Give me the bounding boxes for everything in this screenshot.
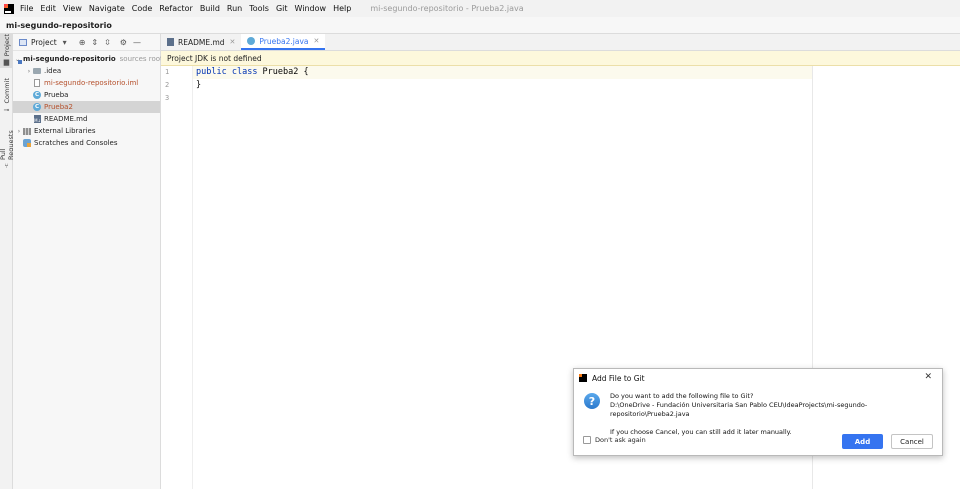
tool-tab-commit-label: Commit [2, 78, 11, 104]
tab-readme[interactable]: README.md ✕ [161, 34, 241, 50]
project-tree: ⌄ mi-segundo-repositorio sources root › … [13, 51, 163, 149]
menu-build[interactable]: Build [200, 4, 220, 13]
cancel-button[interactable]: Cancel [891, 434, 933, 449]
dialog-title-bar: Add File to Git [574, 369, 942, 387]
expand-all-icon[interactable]: ⇕ [91, 38, 98, 47]
commit-icon: ⊸ [3, 105, 10, 114]
chevron-right-icon[interactable]: › [25, 68, 33, 75]
tool-tab-project[interactable]: Project ▆ [0, 34, 13, 68]
code-lines: public class Prueba2 { } [196, 66, 309, 92]
tree-item-label: README.md [44, 115, 88, 123]
tree-item-root[interactable]: ⌄ mi-segundo-repositorio sources root [13, 53, 163, 65]
tree-item-readme[interactable]: M↓ README.md [13, 113, 160, 125]
folder-icon: ▆ [3, 58, 10, 67]
menu-window[interactable]: Window [295, 4, 327, 13]
menu-help[interactable]: Help [333, 4, 351, 13]
tree-item-label: Scratches and Consoles [34, 139, 118, 147]
line-number: 1 [165, 68, 170, 76]
tree-item-label: External Libraries [34, 127, 96, 135]
tree-item-label: mi-segundo-repositorio [23, 55, 116, 63]
close-icon[interactable]: ✕ [313, 37, 319, 45]
menu-view[interactable]: View [63, 4, 82, 13]
markdown-file-icon [167, 38, 174, 46]
dialog-message: Do you want to add the following file to… [610, 392, 942, 437]
collapse-all-icon[interactable]: ⇳ [104, 38, 111, 47]
dialog-title: Add File to Git [592, 373, 645, 383]
tree-item-label: Prueba2 [44, 103, 73, 111]
project-view-selector[interactable]: Project [31, 38, 57, 47]
chevron-down-icon[interactable]: ▾ [63, 38, 67, 47]
tab-label: Prueba2.java [259, 36, 309, 46]
menu-bar: File Edit View Navigate Code Refactor Bu… [0, 0, 960, 17]
close-icon[interactable]: ✕ [230, 38, 236, 46]
left-tool-strip: Project ▆ Commit ⊸ Pull Requests ⑂ [0, 34, 15, 489]
close-icon[interactable]: ✕ [924, 372, 932, 382]
chevron-right-icon[interactable]: › [15, 128, 23, 135]
tree-item-external-libraries[interactable]: › External Libraries [13, 125, 160, 137]
hide-panel-icon[interactable]: — [133, 38, 141, 47]
breadcrumb-project[interactable]: mi-segundo-repositorio [6, 21, 112, 30]
tree-item-prueba2[interactable]: C Prueba2 [13, 101, 160, 113]
code-text: Prueba2 { [257, 67, 309, 77]
java-class-icon: C [33, 91, 41, 99]
keyword: public [196, 67, 227, 77]
menu-file[interactable]: File [20, 4, 33, 13]
tree-item-label: Prueba [44, 91, 69, 99]
dont-ask-again-option[interactable]: Don't ask again [583, 436, 646, 444]
dont-ask-again-checkbox[interactable] [583, 436, 591, 444]
navigation-bar: mi-segundo-repositorio [0, 17, 960, 34]
project-panel-header: Project ▾ ⊕ ⇕ ⇳ ⚙ — [13, 34, 160, 51]
question-icon: ? [584, 393, 600, 409]
menu-navigate[interactable]: Navigate [89, 4, 125, 13]
tree-item-prueba[interactable]: C Prueba [13, 89, 160, 101]
tree-item-idea[interactable]: › .idea [13, 65, 160, 77]
intellij-logo-icon [579, 374, 587, 382]
line-number: 3 [165, 94, 170, 102]
intellij-logo-icon [4, 3, 14, 14]
menu-refactor[interactable]: Refactor [159, 4, 193, 13]
tool-tab-pull-requests[interactable]: Pull Requests ⑂ [0, 122, 15, 170]
line-number-gutter: 1 2 3 [161, 66, 193, 489]
project-view-icon [19, 38, 27, 46]
add-button[interactable]: Add [842, 434, 883, 449]
locate-file-icon[interactable]: ⊕ [79, 38, 86, 47]
menu-git[interactable]: Git [276, 4, 288, 13]
java-class-icon: C [33, 103, 41, 111]
tree-item-iml[interactable]: mi-segundo-repositorio.iml [13, 77, 160, 89]
markdown-file-icon: M↓ [34, 115, 41, 123]
tree-item-label: .idea [44, 67, 62, 75]
project-panel: Project ▾ ⊕ ⇕ ⇳ ⚙ — ⌄ mi-segundo-reposit… [13, 34, 163, 489]
dont-ask-again-label: Don't ask again [595, 436, 646, 444]
tab-label: README.md [178, 37, 225, 47]
menu-tools[interactable]: Tools [249, 4, 269, 13]
java-class-icon [247, 37, 256, 45]
tree-item-hint: sources root [119, 55, 163, 63]
tab-prueba2[interactable]: Prueba2.java ✕ [241, 34, 326, 50]
dialog-question: Do you want to add the following file to… [610, 392, 754, 400]
window-title: mi-segundo-repositorio - Prueba2.java [370, 4, 524, 13]
tool-tab-commit[interactable]: Commit ⊸ [0, 78, 13, 114]
gear-icon[interactable]: ⚙ [120, 38, 127, 47]
tree-item-scratches[interactable]: Scratches and Consoles [13, 137, 160, 149]
library-icon [23, 127, 31, 135]
jdk-warning-text: Project JDK is not defined [167, 53, 262, 63]
folder-icon [33, 68, 41, 74]
dialog-file-path: D:\OneDrive - Fundación Universitaria Sa… [610, 401, 868, 418]
tree-item-label: mi-segundo-repositorio.iml [44, 79, 139, 87]
menu-edit[interactable]: Edit [40, 4, 56, 13]
line-number: 2 [165, 81, 170, 89]
code-line: } [196, 80, 202, 90]
tool-tab-project-label: Project [2, 34, 11, 57]
pull-request-icon: ⑂ [4, 162, 9, 170]
keyword: class [231, 67, 258, 77]
editor-tab-bar: README.md ✕ Prueba2.java ✕ [161, 34, 960, 51]
add-file-to-git-dialog: Add File to Git ✕ ? Do you want to add t… [573, 368, 943, 456]
menu-run[interactable]: Run [227, 4, 242, 13]
code-line: public class Prueba2 { [196, 66, 309, 79]
jdk-warning-banner: Project JDK is not defined [161, 51, 960, 66]
iml-file-icon [34, 79, 40, 87]
scratches-icon [23, 139, 31, 147]
menu-code[interactable]: Code [132, 4, 152, 13]
